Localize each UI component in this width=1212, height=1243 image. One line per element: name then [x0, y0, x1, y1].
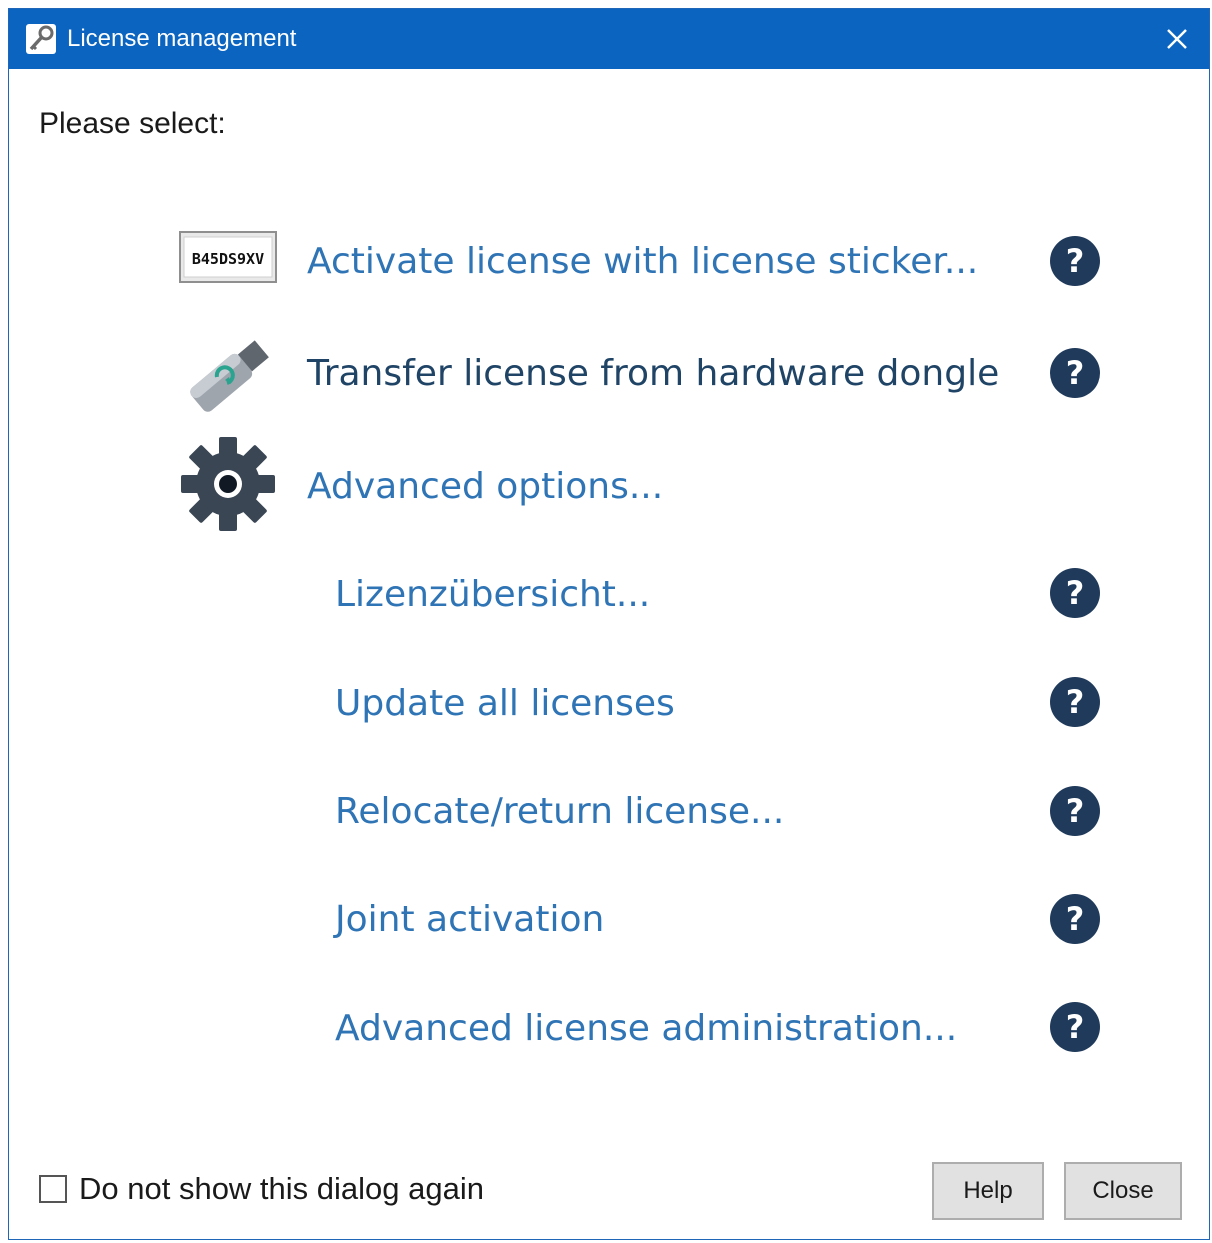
license-management-dialog: License management Please select: B45DS9… — [8, 8, 1210, 1240]
prompt-label: Please select: — [39, 107, 226, 140]
window-title: License management — [67, 25, 297, 52]
gear-icon — [181, 437, 275, 531]
svg-text:?: ? — [1066, 354, 1085, 392]
sticker-code: B45DS9XV — [192, 250, 264, 268]
do-not-show-label: Do not show this dialog again — [79, 1171, 484, 1206]
advanced-license-admin-link[interactable]: Advanced license administration... — [335, 1006, 957, 1052]
svg-text:?: ? — [1066, 574, 1085, 612]
help-icon-activate[interactable]: ? — [1049, 235, 1101, 287]
update-all-licenses-link[interactable]: Update all licenses — [335, 681, 675, 727]
help-icon-overview[interactable]: ? — [1049, 567, 1101, 619]
license-sticker-icon: B45DS9XV — [179, 231, 277, 283]
help-icon-admin[interactable]: ? — [1049, 1001, 1101, 1053]
svg-text:?: ? — [1066, 242, 1085, 280]
do-not-show-checkbox[interactable] — [39, 1175, 67, 1203]
svg-text:?: ? — [1066, 792, 1085, 830]
help-icon-transfer[interactable]: ? — [1049, 347, 1101, 399]
close-icon[interactable] — [1157, 19, 1197, 59]
help-icon-joint[interactable]: ? — [1049, 893, 1101, 945]
svg-text:?: ? — [1066, 900, 1085, 938]
relocate-return-license-link[interactable]: Relocate/return license... — [335, 789, 784, 835]
svg-text:?: ? — [1066, 683, 1085, 721]
activate-license-sticker-link[interactable]: Activate license with license sticker... — [307, 239, 978, 285]
help-icon-update[interactable]: ? — [1049, 676, 1101, 728]
usb-dongle-icon — [190, 340, 269, 412]
advanced-options-link[interactable]: Advanced options... — [307, 464, 663, 510]
transfer-license-dongle-link[interactable]: Transfer license from hardware dongle — [307, 351, 999, 397]
help-icon-relocate[interactable]: ? — [1049, 785, 1101, 837]
svg-text:?: ? — [1066, 1008, 1085, 1046]
joint-activation-link[interactable]: Joint activation — [335, 897, 604, 943]
help-button[interactable]: Help — [932, 1162, 1044, 1220]
title-bar: License management — [9, 9, 1209, 69]
close-button[interactable]: Close — [1064, 1162, 1182, 1220]
license-overview-link[interactable]: Lizenzübersicht... — [335, 572, 650, 618]
key-icon — [26, 24, 56, 54]
